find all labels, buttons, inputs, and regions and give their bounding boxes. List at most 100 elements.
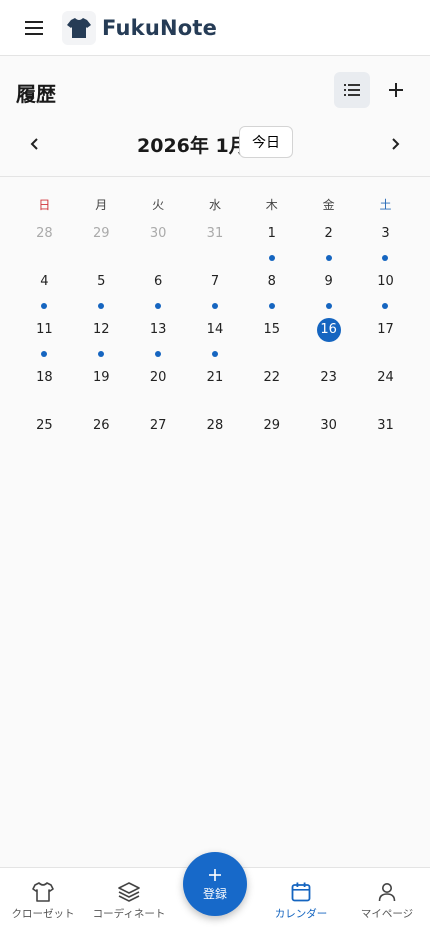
event-dot: [211, 303, 218, 309]
page-header: 履歴: [0, 56, 430, 126]
calendar-day[interactable]: 12: [73, 314, 130, 362]
prev-month-button[interactable]: [18, 128, 50, 160]
calendar-day[interactable]: 10: [357, 266, 414, 314]
day-number: 31: [206, 226, 224, 241]
menu-button[interactable]: [16, 10, 52, 46]
calendar-day[interactable]: 3: [357, 218, 414, 266]
weekday-label: 火: [152, 198, 165, 212]
event-dot: [98, 303, 105, 309]
weekday-label: 水: [208, 198, 221, 212]
calendar-day[interactable]: 18: [16, 362, 73, 410]
calendar-day-today[interactable]: 16: [300, 314, 357, 362]
chevron-right-icon: [392, 138, 400, 150]
calendar-day[interactable]: 14: [187, 314, 244, 362]
calendar-day[interactable]: 7: [187, 266, 244, 314]
calendar-day[interactable]: 1: [243, 218, 300, 266]
event-dot: [155, 351, 162, 357]
calendar-day[interactable]: 8: [243, 266, 300, 314]
calendar-day[interactable]: 26: [73, 410, 130, 458]
calendar-day[interactable]: 30: [300, 410, 357, 458]
calendar-day[interactable]: 23: [300, 362, 357, 410]
app-brand[interactable]: FukuNote: [102, 16, 217, 40]
add-button[interactable]: [378, 72, 414, 108]
calendar-week: 11 12 13 14 15 16 17: [16, 314, 414, 362]
next-month-button[interactable]: [380, 128, 412, 160]
day-number: 3: [381, 226, 390, 241]
plus-icon: [209, 867, 221, 883]
event-dot: [41, 351, 48, 357]
calendar-week: 25 26 27 28 29 30 31: [16, 410, 414, 458]
nav-calendar[interactable]: カレンダー: [258, 868, 344, 932]
nav-label: クローゼット: [11, 908, 75, 920]
app-logo[interactable]: [62, 10, 96, 45]
calendar-day[interactable]: 4: [16, 266, 73, 314]
calendar-day[interactable]: 29: [243, 410, 300, 458]
weekday-header: 日 月 火 水 木 金 土: [16, 192, 414, 218]
day-number: 16: [316, 318, 341, 342]
nav-label: コーディネート: [92, 908, 166, 920]
calendar-day[interactable]: 6: [130, 266, 187, 314]
calendar-day[interactable]: 9: [300, 266, 357, 314]
day-number: 17: [377, 322, 394, 337]
today-button[interactable]: 今日: [239, 126, 293, 158]
weekday-label: 月: [95, 198, 108, 212]
nav-coordinate[interactable]: コーディネート: [86, 868, 172, 932]
day-number: 8: [267, 274, 276, 289]
day-number: 2: [324, 226, 333, 241]
calendar-week: 28 29 30 31 1 2 3: [16, 218, 414, 266]
layers-icon: [118, 881, 140, 903]
calendar-day[interactable]: 31: [187, 218, 244, 266]
user-icon: [378, 881, 396, 903]
day-number: 5: [97, 274, 106, 289]
event-dot: [98, 351, 105, 357]
event-dot: [382, 255, 389, 261]
calendar-day[interactable]: 28: [16, 218, 73, 266]
weekday-label: 金: [322, 198, 335, 212]
day-number: 7: [210, 274, 220, 289]
day-number: 27: [149, 418, 167, 433]
register-fab-button[interactable]: 登録: [183, 852, 247, 916]
day-number: 31: [377, 418, 394, 433]
list-view-button[interactable]: [334, 72, 370, 108]
calendar-day[interactable]: 13: [130, 314, 187, 362]
calendar-day[interactable]: 28: [187, 410, 244, 458]
fab-label: 登録: [202, 886, 227, 901]
list-icon: [344, 84, 360, 96]
calendar-day[interactable]: 19: [73, 362, 130, 410]
shirt-icon: [32, 881, 54, 903]
event-dot: [155, 303, 162, 309]
calendar-grid: 日 月 火 水 木 金 土 28 29 30 31 1 2 3 4 5 6 7 8 9 10 11 12 13 1…: [16, 192, 414, 458]
day-number: 25: [36, 418, 53, 433]
day-number: 18: [36, 370, 53, 385]
day-number: 10: [377, 274, 394, 289]
shirt-logo-icon: [67, 17, 91, 38]
calendar-day[interactable]: 24: [357, 362, 414, 410]
calendar-weeks: 28 29 30 31 1 2 3 4 5 6 7 8 9 10 11 12 13 14 15 16 17 18 19 20 2…: [16, 218, 414, 458]
day-number: 15: [263, 322, 281, 337]
nav-closet[interactable]: クローゼット: [0, 868, 86, 932]
calendar-week: 4 5 6 7 8 9 10: [16, 266, 414, 314]
calendar-day[interactable]: 31: [357, 410, 414, 458]
calendar-day[interactable]: 17: [357, 314, 414, 362]
calendar-day[interactable]: 20: [130, 362, 187, 410]
calendar-day[interactable]: 15: [243, 314, 300, 362]
calendar-day[interactable]: 21: [187, 362, 244, 410]
calendar-day[interactable]: 25: [16, 410, 73, 458]
day-number: 29: [263, 418, 281, 433]
calendar-day[interactable]: 2: [300, 218, 357, 266]
nav-label: マイページ: [360, 908, 414, 920]
calendar-day[interactable]: 11: [16, 314, 73, 362]
day-number: 12: [92, 322, 110, 337]
calendar-week: 18 19 20 21 22 23 24: [16, 362, 414, 410]
calendar-day[interactable]: 22: [243, 362, 300, 410]
calendar-day[interactable]: 29: [73, 218, 130, 266]
nav-mypage[interactable]: マイページ: [344, 868, 430, 932]
event-dot: [382, 303, 389, 309]
calendar-day[interactable]: 27: [130, 410, 187, 458]
calendar-day[interactable]: 5: [73, 266, 130, 314]
day-number: 9: [324, 274, 333, 289]
weekday-label: 土: [379, 198, 392, 212]
calendar-day[interactable]: 30: [130, 218, 187, 266]
event-dot: [325, 255, 332, 261]
day-number: 24: [377, 370, 394, 385]
